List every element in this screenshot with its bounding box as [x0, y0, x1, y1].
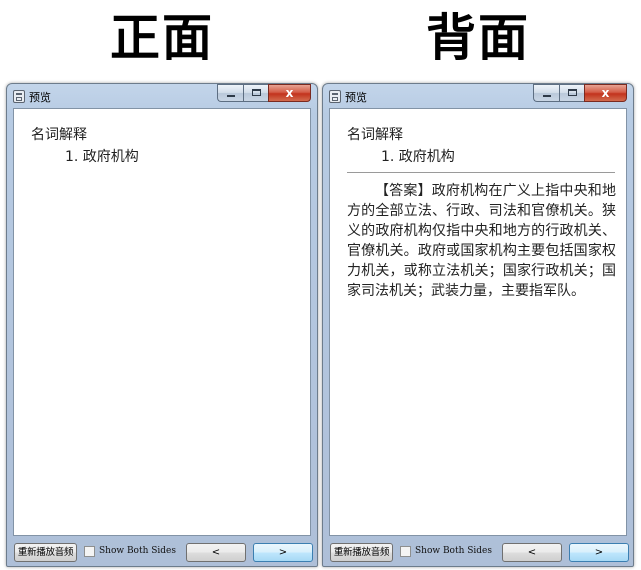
close-icon: x: [285, 86, 294, 100]
window-title: 预览: [345, 91, 367, 104]
replay-audio-button[interactable]: 重新播放音频: [330, 543, 393, 562]
title-bar[interactable]: 预览 x: [7, 84, 317, 108]
show-both-sides-checkbox[interactable]: [400, 546, 411, 557]
question-item: 1. 政府机构: [65, 149, 139, 165]
back-heading: 背面: [426, 8, 530, 67]
card-preview-icon: [13, 90, 25, 103]
close-button[interactable]: x: [584, 84, 627, 102]
question-item: 1. 政府机构: [381, 149, 455, 165]
show-both-sides-label: Show Both Sides: [415, 546, 493, 556]
question-title: 名词解释: [31, 127, 87, 143]
card-content: 名词解释 1. 政府机构 【答案】政府机构在广义上指中央和地方的全部立法、行政、…: [329, 108, 627, 536]
answer-text: 【答案】政府机构在广义上指中央和地方的全部立法、行政、司法和官僚机关。狭义的政府…: [347, 183, 616, 299]
question-title: 名词解释: [347, 127, 403, 143]
answer-divider: [347, 172, 615, 173]
maximize-button[interactable]: [243, 84, 268, 102]
preview-window-back: 预览 x 名词解释 1. 政府机构 【答案】政府机构在广义上指中央和地方的全部立…: [322, 83, 634, 567]
preview-window-front: 预览 x 名词解释 1. 政府机构 重新播放音频 Show Both Sides…: [6, 83, 318, 567]
window-title: 预览: [29, 91, 51, 104]
show-both-sides-checkbox[interactable]: [84, 546, 95, 557]
replay-audio-button[interactable]: 重新播放音频: [14, 543, 77, 562]
close-icon: x: [601, 86, 610, 100]
next-button[interactable]: >: [253, 543, 313, 562]
previous-button[interactable]: <: [186, 543, 246, 562]
minimize-button[interactable]: [533, 84, 559, 102]
minimize-button[interactable]: [217, 84, 243, 102]
close-button[interactable]: x: [268, 84, 311, 102]
front-heading: 正面: [110, 8, 214, 67]
minimize-icon: [543, 95, 551, 97]
maximize-icon: [252, 89, 261, 96]
show-both-sides-label: Show Both Sides: [99, 546, 177, 556]
window-caption-buttons: x: [217, 84, 311, 102]
card-content: 名词解释 1. 政府机构: [13, 108, 311, 536]
bottom-toolbar: 重新播放音频 Show Both Sides < >: [12, 543, 313, 563]
card-preview-icon: [329, 90, 341, 103]
maximize-icon: [568, 89, 577, 96]
title-bar[interactable]: 预览 x: [323, 84, 633, 108]
maximize-button[interactable]: [559, 84, 584, 102]
window-caption-buttons: x: [533, 84, 627, 102]
minimize-icon: [227, 95, 235, 97]
bottom-toolbar: 重新播放音频 Show Both Sides < >: [328, 543, 629, 563]
next-button[interactable]: >: [569, 543, 629, 562]
previous-button[interactable]: <: [502, 543, 562, 562]
